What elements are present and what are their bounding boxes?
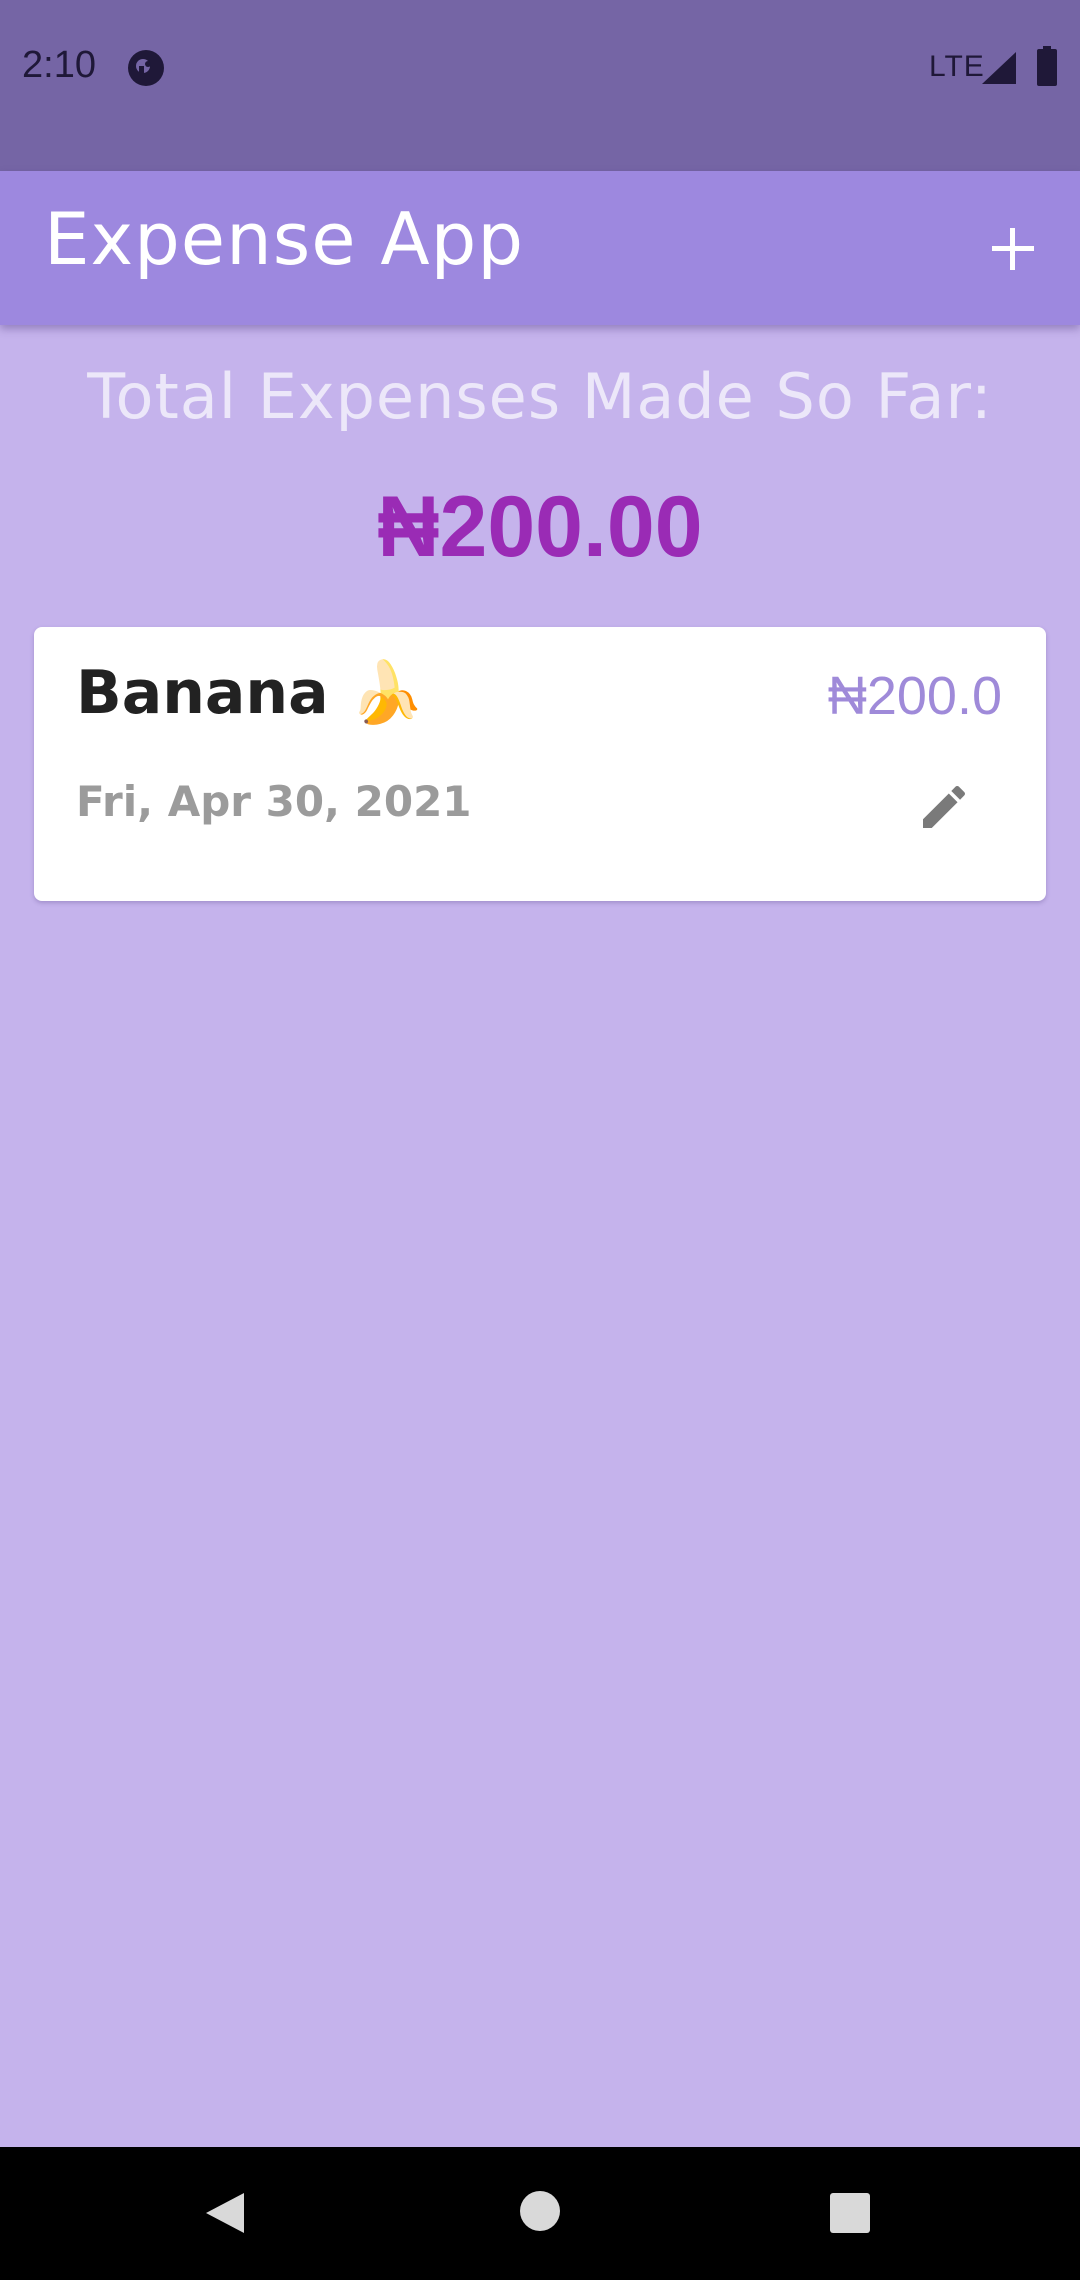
recents-icon[interactable] xyxy=(828,2191,872,2235)
plus-icon xyxy=(992,228,1034,270)
navigation-bar xyxy=(0,2147,1080,2280)
expense-title: Banana 🍌 xyxy=(76,658,425,728)
battery-icon xyxy=(1037,46,1057,86)
expense-amount: ₦200.0 xyxy=(827,666,1002,726)
add-expense-button[interactable] xyxy=(975,211,1051,287)
edit-expense-button[interactable] xyxy=(902,765,986,849)
total-expenses-amount: ₦200.00 xyxy=(377,479,703,575)
pencil-icon xyxy=(923,785,966,828)
app-title: Expense App xyxy=(44,197,525,281)
app-bar: Expense App xyxy=(0,171,1080,325)
home-icon[interactable] xyxy=(518,2189,562,2233)
network-type: LTE xyxy=(929,50,985,83)
app-notification-icon xyxy=(128,50,164,86)
status-time: 2:10 xyxy=(22,44,96,86)
back-icon[interactable] xyxy=(200,2189,248,2237)
expense-date: Fri, Apr 30, 2021 xyxy=(76,777,472,826)
signal-icon xyxy=(982,52,1016,84)
total-expenses-label: Total Expenses Made So Far: xyxy=(87,360,993,433)
expense-card[interactable]: Banana 🍌 ₦200.0 Fri, Apr 30, 2021 xyxy=(34,627,1046,901)
status-bar: 2:10 LTE xyxy=(0,0,1080,171)
